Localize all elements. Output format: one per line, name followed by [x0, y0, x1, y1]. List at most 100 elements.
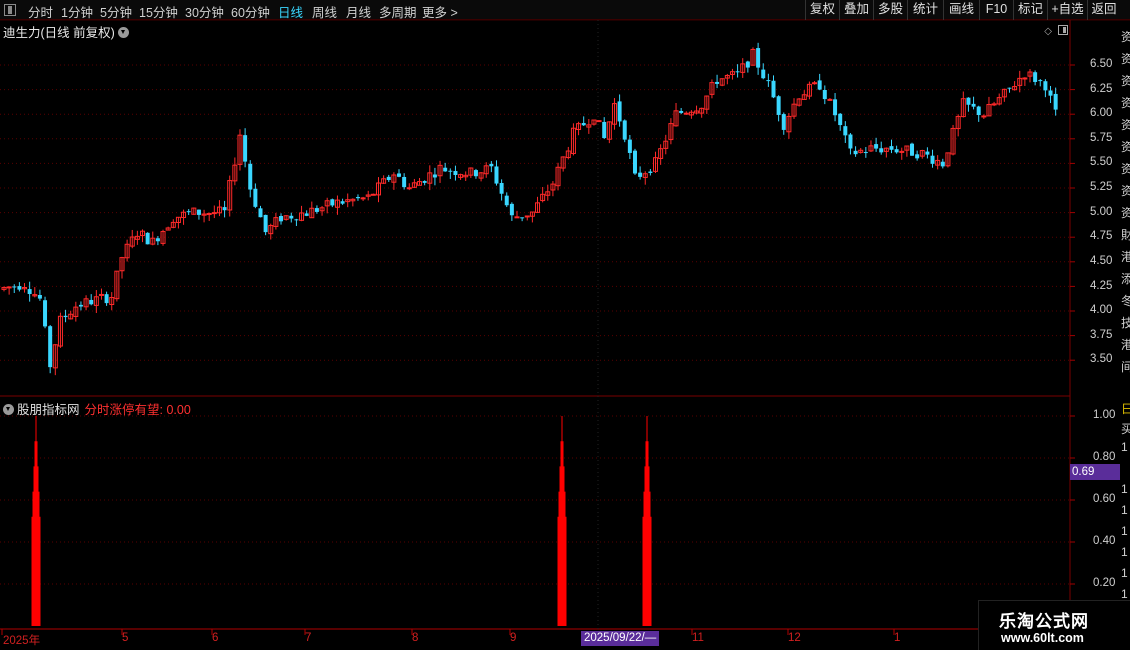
indicator-y-tick: 1.00	[1093, 409, 1116, 421]
main-pane-title: 迪生力(日线 前复权)	[3, 22, 129, 41]
candle-body	[37, 294, 42, 299]
candle-body	[863, 152, 868, 154]
period-weekly[interactable]: 周线	[312, 2, 337, 21]
indicator-name[interactable]: 股朋指标网	[17, 403, 80, 417]
draw-line-button[interactable]: 画线	[943, 0, 979, 20]
candle-body	[1043, 81, 1048, 91]
f10-button[interactable]: F10	[979, 0, 1013, 20]
candle-body	[766, 80, 771, 82]
candle-body	[756, 48, 761, 68]
side-panel-char: 资	[1121, 118, 1130, 132]
y-tick-label: 6.25	[1090, 83, 1113, 95]
back-button[interactable]: 返回	[1087, 0, 1120, 20]
multi-stock-button[interactable]: 多股	[873, 0, 907, 20]
candle-body	[981, 115, 987, 118]
stats-button[interactable]: 统计	[907, 0, 943, 20]
candle-body	[745, 61, 750, 68]
candle-body	[330, 199, 335, 206]
mark-button[interactable]: 标记	[1013, 0, 1047, 20]
period-intraday[interactable]: 分时	[28, 2, 53, 21]
indicator-y-tick: 0.40	[1093, 535, 1116, 547]
period-5min[interactable]: 5分钟	[100, 2, 132, 21]
side-panel-char: 资	[1121, 30, 1130, 44]
candle-body	[524, 215, 530, 218]
side-panel-char: 资	[1121, 184, 1130, 198]
candle-body	[355, 197, 360, 199]
side-panel-char: 1	[1121, 503, 1128, 517]
candle-body	[848, 134, 853, 149]
period-more[interactable]: 更多 >	[422, 2, 458, 21]
side-panel-char: 间	[1121, 360, 1130, 374]
candle-body	[1022, 77, 1028, 80]
x-tick-label: 7	[305, 632, 312, 644]
candle-body	[520, 217, 525, 219]
panel-toggle-icon[interactable]	[4, 4, 16, 16]
x-tick-label: 8	[412, 632, 419, 644]
side-panel-char: 冬	[1121, 294, 1130, 308]
add-watchlist-button[interactable]: +自选	[1047, 0, 1087, 20]
candlestick-series	[1, 42, 1058, 376]
candle-body	[648, 171, 653, 173]
candle-body	[314, 208, 319, 212]
side-panel-char: 资	[1121, 140, 1130, 154]
candle-body	[386, 176, 391, 180]
candle-body	[1007, 87, 1012, 89]
watermark-title: 乐淘公式网	[999, 612, 1089, 631]
side-panel-char: 1	[1121, 482, 1128, 496]
candle-body	[196, 209, 201, 215]
watermark-url: www.60lt.com	[1001, 631, 1084, 645]
overlay-button[interactable]: 叠加	[839, 0, 873, 20]
period-monthly[interactable]: 月线	[346, 2, 371, 21]
candle-body	[735, 71, 740, 73]
period-daily[interactable]: 日线	[278, 2, 303, 21]
indicator-series-value: 0.00	[166, 403, 191, 417]
y-tick-label: 4.75	[1090, 230, 1113, 242]
y-tick-label: 4.50	[1090, 255, 1113, 267]
candle-body	[874, 144, 879, 149]
x-tick-label: 1	[894, 632, 901, 644]
period-60min[interactable]: 60分钟	[231, 2, 270, 21]
candle-body	[838, 113, 843, 126]
candle-body	[581, 123, 586, 126]
dropdown-icon[interactable]	[117, 27, 129, 38]
maximize-pane-icon[interactable]	[1058, 25, 1068, 35]
kline-chart[interactable]	[0, 0, 1130, 650]
candle-body	[17, 286, 22, 290]
candle-body	[448, 170, 453, 172]
candle-body	[258, 208, 263, 218]
candle-body	[776, 96, 781, 115]
candle-body	[853, 150, 858, 155]
candle-body	[504, 195, 509, 206]
candle-body	[632, 150, 637, 174]
candle-body	[402, 176, 407, 188]
pane-controls: ◇	[1038, 24, 1068, 37]
candle-body	[627, 139, 632, 153]
period-1min[interactable]: 1分钟	[61, 2, 93, 21]
indicator-series	[31, 416, 652, 626]
side-panel-char: 技	[1121, 316, 1130, 330]
candle-body	[509, 203, 514, 216]
dropdown-icon[interactable]	[3, 404, 14, 415]
candle-body	[360, 197, 366, 200]
candle-body	[48, 326, 53, 368]
candle-body	[432, 174, 437, 178]
candle-body	[1053, 93, 1058, 110]
candle-body	[910, 143, 915, 156]
period-15min[interactable]: 15分钟	[139, 2, 178, 21]
side-panel-char: 1	[1121, 587, 1128, 601]
adjust-button[interactable]: 复权	[805, 0, 839, 20]
period-multi[interactable]: 多周期	[379, 2, 417, 21]
candle-body	[817, 80, 822, 90]
candle-body	[822, 90, 827, 100]
candle-body	[971, 103, 976, 107]
candle-body	[206, 213, 212, 216]
diamond-icon[interactable]: ◇	[1044, 26, 1052, 37]
candle-body	[340, 201, 345, 204]
side-panel-char: 资	[1121, 96, 1130, 110]
y-tick-label: 5.00	[1090, 206, 1113, 218]
period-30min[interactable]: 30分钟	[185, 2, 224, 21]
candle-body	[638, 172, 643, 177]
candle-body	[930, 155, 935, 164]
stock-title: 迪生力(日线 前复权)	[3, 26, 115, 40]
side-panel-char: 资	[1121, 74, 1130, 88]
